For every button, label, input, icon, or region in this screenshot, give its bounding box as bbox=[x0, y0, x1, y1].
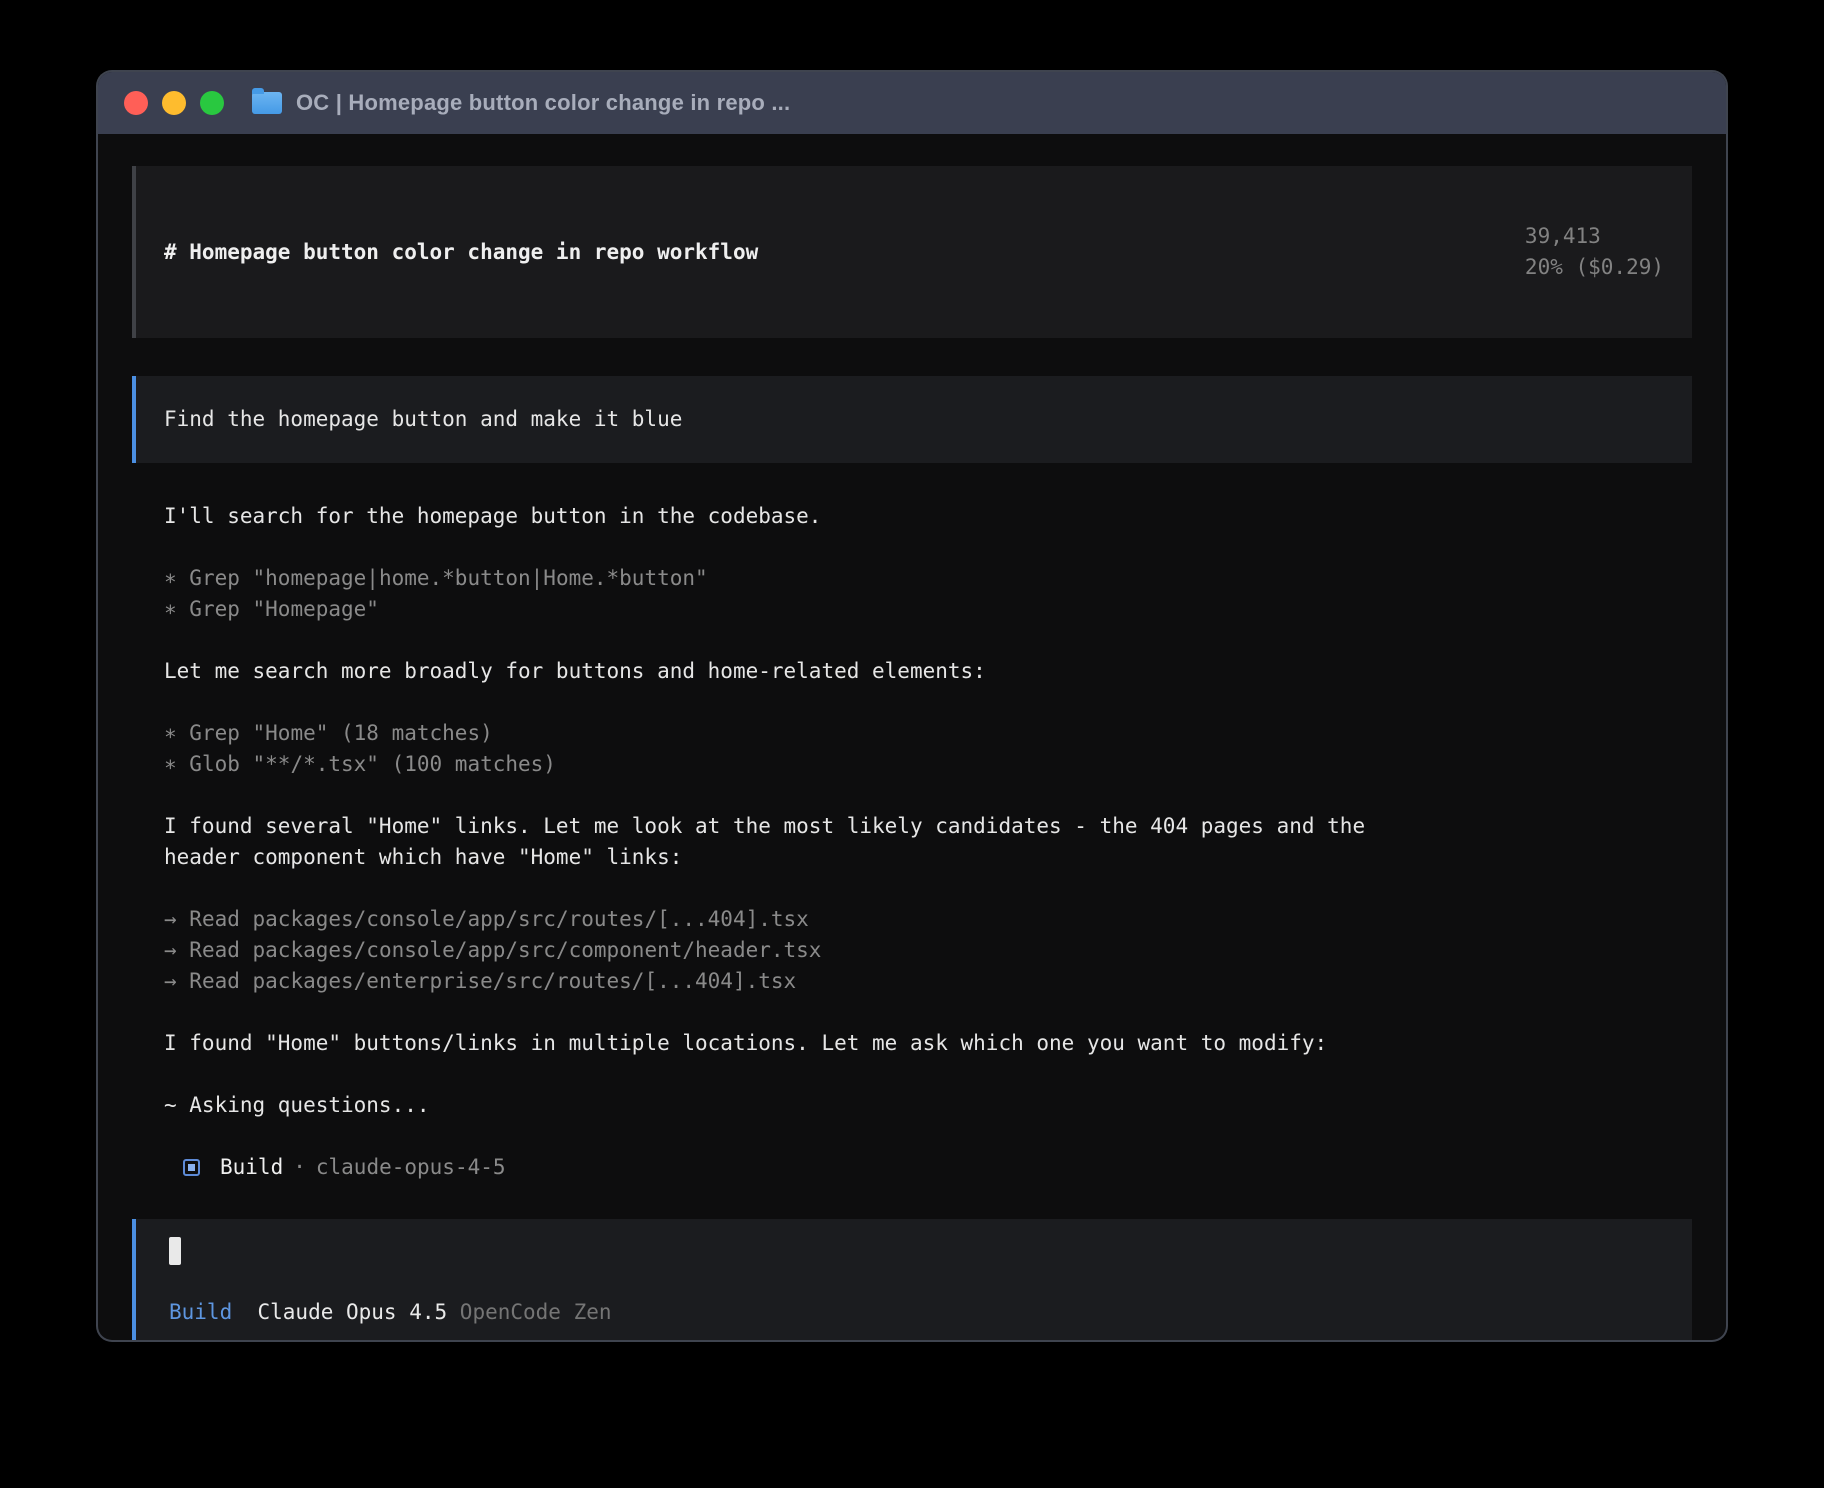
folder-icon bbox=[252, 92, 282, 114]
asterisk-icon: ∗ bbox=[164, 721, 177, 745]
assistant-text: I found several "Home" links. Let me loo… bbox=[164, 811, 1444, 873]
close-button[interactable] bbox=[124, 91, 148, 115]
text-cursor bbox=[169, 1237, 181, 1265]
session-usage: 39,413 20% ($0.29) bbox=[1424, 190, 1664, 314]
token-count: 39,413 bbox=[1525, 224, 1601, 248]
tool-call-line: → Read packages/console/app/src/routes/[… bbox=[164, 904, 1444, 935]
user-message: Find the homepage button and make it blu… bbox=[132, 376, 1692, 463]
session-header: # Homepage button color change in repo w… bbox=[132, 166, 1692, 338]
user-message-text: Find the homepage button and make it blu… bbox=[164, 407, 682, 431]
arrow-icon: → bbox=[164, 938, 177, 962]
assistant-text: I'll search for the homepage button in t… bbox=[164, 501, 1444, 532]
arrow-icon: → bbox=[164, 907, 177, 931]
terminal-content: # Homepage button color change in repo w… bbox=[98, 134, 1726, 1340]
agent-badge-icon bbox=[183, 1159, 200, 1176]
input-provider-label: OpenCode Zen bbox=[460, 1297, 612, 1328]
asterisk-icon: ∗ bbox=[164, 597, 177, 621]
tool-call-line: ∗ Grep "Home" (18 matches) bbox=[164, 718, 1444, 749]
assistant-text: I found "Home" buttons/links in multiple… bbox=[164, 1028, 1444, 1059]
input-agent-label: Build bbox=[169, 1297, 232, 1328]
model-info-line: Build Claude Opus 4.5 OpenCode Zen bbox=[169, 1297, 1664, 1328]
tool-call-text: Read packages/console/app/src/routes/[..… bbox=[177, 907, 809, 931]
input-model-label: Claude Opus 4.5 bbox=[258, 1297, 448, 1328]
tool-call-group: ∗ Grep "homepage|home.*button|Home.*butt… bbox=[164, 563, 1444, 625]
tool-call-line: ∗ Glob "**/*.tsx" (100 matches) bbox=[164, 749, 1444, 780]
message-list: I'll search for the homepage button in t… bbox=[164, 501, 1692, 1152]
status-text: ~ Asking questions... bbox=[164, 1090, 1444, 1121]
dot-separator: · bbox=[293, 1152, 306, 1183]
asterisk-icon: ∗ bbox=[164, 752, 177, 776]
tool-call-text: Read packages/console/app/src/component/… bbox=[177, 938, 822, 962]
session-title: # Homepage button color change in repo w… bbox=[164, 237, 758, 268]
tool-call-text: Read packages/enterprise/src/routes/[...… bbox=[177, 969, 797, 993]
window-title: OC | Homepage button color change in rep… bbox=[296, 90, 790, 116]
title-bar[interactable]: OC | Homepage button color change in rep… bbox=[98, 72, 1726, 134]
tool-call-text: Glob "**/*.tsx" (100 matches) bbox=[177, 752, 556, 776]
tool-call-text: Grep "homepage|home.*button|Home.*button… bbox=[177, 566, 708, 590]
tool-call-group: ∗ Grep "Home" (18 matches)∗ Glob "**/*.t… bbox=[164, 718, 1444, 780]
input-line[interactable] bbox=[169, 1235, 1664, 1266]
terminal-window: OC | Homepage button color change in rep… bbox=[96, 70, 1728, 1342]
zoom-button[interactable] bbox=[200, 91, 224, 115]
prompt-input[interactable]: Build Claude Opus 4.5 OpenCode Zen bbox=[132, 1219, 1692, 1340]
tool-call-line: → Read packages/console/app/src/componen… bbox=[164, 935, 1444, 966]
assistant-text: Let me search more broadly for buttons a… bbox=[164, 656, 1444, 687]
tool-call-group: → Read packages/console/app/src/routes/[… bbox=[164, 904, 1444, 997]
tool-call-line: → Read packages/enterprise/src/routes/[.… bbox=[164, 966, 1444, 997]
tool-call-line: ∗ Grep "Homepage" bbox=[164, 594, 1444, 625]
agent-name: Build bbox=[220, 1152, 283, 1183]
asterisk-icon: ∗ bbox=[164, 566, 177, 590]
minimize-button[interactable] bbox=[162, 91, 186, 115]
agent-status-line: Build · claude-opus-4-5 bbox=[164, 1152, 1692, 1183]
tool-call-text: Grep "Homepage" bbox=[177, 597, 379, 621]
tool-call-line: ∗ Grep "homepage|home.*button|Home.*butt… bbox=[164, 563, 1444, 594]
arrow-icon: → bbox=[164, 969, 177, 993]
tool-call-text: Grep "Home" (18 matches) bbox=[177, 721, 493, 745]
context-percent-cost: 20% ($0.29) bbox=[1525, 255, 1664, 279]
agent-model: claude-opus-4-5 bbox=[316, 1152, 506, 1183]
traffic-lights bbox=[124, 91, 224, 115]
